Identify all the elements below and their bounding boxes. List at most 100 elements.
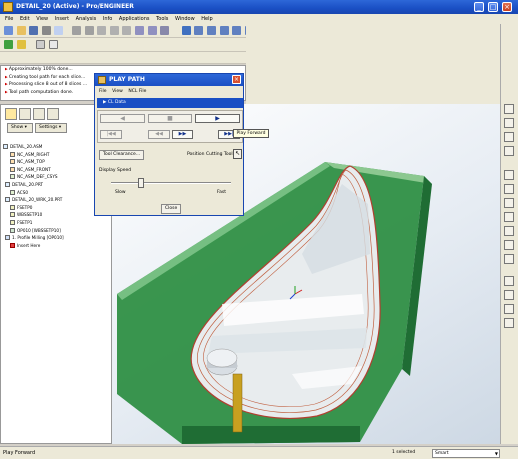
datum-axis-tool-icon[interactable]: [504, 118, 514, 128]
mirror-tool-icon[interactable]: [504, 240, 514, 250]
insert-here-icon: [10, 242, 15, 248]
dialog-menu-ncl-file[interactable]: NCL File: [128, 89, 146, 94]
find-icon[interactable]: [147, 26, 157, 35]
setup-icon: [10, 212, 15, 218]
position-cutting-tool-label: Position Cutting Tool: [187, 152, 233, 157]
part-icon: [5, 197, 10, 203]
datum-point-tool-icon[interactable]: [504, 132, 514, 142]
tree-item[interactable]: OP010 [WBSSETP10]: [3, 227, 111, 235]
reorient-icon[interactable]: [232, 26, 242, 35]
menu-help[interactable]: Help: [201, 14, 212, 24]
repaint-icon[interactable]: [181, 26, 191, 35]
select-icon[interactable]: [160, 26, 170, 35]
slow-label: Slow: [115, 190, 126, 195]
trim-tool-icon[interactable]: [504, 226, 514, 236]
folder-icon[interactable]: [16, 40, 26, 49]
cl-data-panel[interactable]: ▶ CL Data: [97, 98, 243, 108]
simulate-tool-icon[interactable]: [504, 318, 514, 328]
tool-holder-top: [206, 348, 238, 368]
curve-tool-icon[interactable]: [504, 184, 514, 194]
datum-plane-tool-icon[interactable]: [504, 104, 514, 114]
menu-applications[interactable]: Applications: [119, 14, 150, 24]
open-icon[interactable]: [16, 26, 26, 35]
menu-info[interactable]: Info: [103, 14, 112, 24]
play-forward-tooltip: Play Forward: [233, 129, 269, 138]
tool-clearance-button[interactable]: Tool Clearance...: [99, 150, 145, 160]
stop-button[interactable]: ■: [148, 114, 192, 123]
menu-file[interactable]: File: [5, 14, 13, 24]
turn-tool-icon[interactable]: [504, 304, 514, 314]
window-title: DETAIL_20 (Active) - Pro/ENGINEER: [16, 3, 134, 10]
mfg-icon[interactable]: [4, 40, 13, 49]
paste-icon[interactable]: [122, 26, 132, 35]
sketch-tool-icon[interactable]: [504, 170, 514, 180]
close-dialog-button[interactable]: Close: [161, 204, 182, 214]
dialog-menu-file[interactable]: File: [99, 89, 107, 94]
arc-tool-icon[interactable]: [504, 212, 514, 222]
drill-tool-icon[interactable]: [504, 290, 514, 300]
new-icon[interactable]: [4, 26, 13, 35]
step-backward-button[interactable]: ◀◀: [148, 130, 170, 139]
display-speed-slider[interactable]: [138, 178, 144, 188]
tree-item[interactable]: FSETP1: [3, 219, 111, 227]
refit-icon[interactable]: [219, 26, 229, 35]
right-toolbar: [500, 24, 518, 444]
print-icon[interactable]: [41, 26, 51, 35]
rewind-button[interactable]: |◀◀: [100, 130, 122, 139]
csys-icon: [10, 189, 15, 195]
app-icon: [3, 2, 13, 12]
play-forward-button[interactable]: ▶: [195, 114, 240, 123]
line-tool-icon[interactable]: [504, 198, 514, 208]
menu-analysis[interactable]: Analysis: [76, 14, 97, 24]
operation-icon: [10, 227, 15, 233]
position-cutting-tool-icon[interactable]: ↖: [233, 149, 242, 159]
settings-dropdown[interactable]: Settings ▾: [35, 123, 67, 133]
menu-edit[interactable]: Edit: [20, 14, 30, 24]
zoom-in-icon[interactable]: [194, 26, 204, 35]
save-icon[interactable]: [29, 26, 39, 35]
display-speed-label: Display Speed: [99, 168, 132, 173]
dialog-close-icon[interactable]: ×: [232, 75, 241, 84]
cut-icon[interactable]: [97, 26, 107, 35]
tool-shank: [232, 373, 243, 433]
folder-browser-tab[interactable]: [19, 108, 31, 120]
setup-icon: [10, 219, 15, 225]
maximize-button[interactable]: □: [488, 2, 498, 12]
mill-tool-icon[interactable]: [504, 276, 514, 286]
regenerate-icon[interactable]: [134, 26, 144, 35]
step-forward-button[interactable]: ▶▶: [172, 130, 193, 139]
menu-tools[interactable]: Tools: [156, 14, 168, 24]
window-icon[interactable]: [36, 40, 46, 49]
dialog-menu-bar: File View NCL File: [95, 87, 243, 96]
display-speed-track[interactable]: [111, 182, 231, 184]
favorites-tab[interactable]: [33, 108, 45, 120]
history-tab[interactable]: [47, 108, 59, 120]
undo-icon[interactable]: [71, 26, 81, 35]
redo-icon[interactable]: [84, 26, 94, 35]
email-icon[interactable]: [54, 26, 64, 35]
csys-tool-icon[interactable]: [504, 146, 514, 156]
menu-bar: File Edit View Insert Analysis Info Appl…: [0, 14, 518, 24]
menu-insert[interactable]: Insert: [55, 14, 69, 24]
zoom-out-icon[interactable]: [206, 26, 216, 35]
play-backward-button[interactable]: ◀: [100, 114, 145, 123]
dialog-title: PLAY PATH: [95, 74, 243, 86]
menu-view[interactable]: View: [36, 14, 48, 24]
tree-item-insert-here[interactable]: Insert Here: [3, 242, 111, 250]
menu-window[interactable]: Window: [175, 14, 195, 24]
copy-icon[interactable]: [109, 26, 119, 35]
minimize-button[interactable]: _: [474, 2, 484, 12]
filter-dropdown[interactable]: Smart ▼: [432, 449, 500, 458]
toolbar-secondary: [0, 38, 246, 52]
assembly-icon: [3, 144, 8, 149]
offset-tool-icon[interactable]: [504, 254, 514, 264]
tree-item[interactable]: 1. Profile Milling [OP010]: [3, 234, 111, 242]
model-tree-tab[interactable]: [5, 108, 17, 120]
play-path-dialog: PLAY PATH × File View NCL File ▶ CL Data…: [94, 73, 244, 216]
close-button[interactable]: ×: [502, 2, 512, 12]
dialog-menu-view[interactable]: View: [112, 89, 123, 94]
show-dropdown[interactable]: Show ▾: [7, 123, 33, 133]
fast-label: Fast: [217, 190, 227, 195]
context-help-icon[interactable]: [48, 40, 58, 49]
playback-controls: ◀ ■ ▶ |◀◀ ◀◀ ▶▶ ▶▶|: [97, 110, 243, 143]
